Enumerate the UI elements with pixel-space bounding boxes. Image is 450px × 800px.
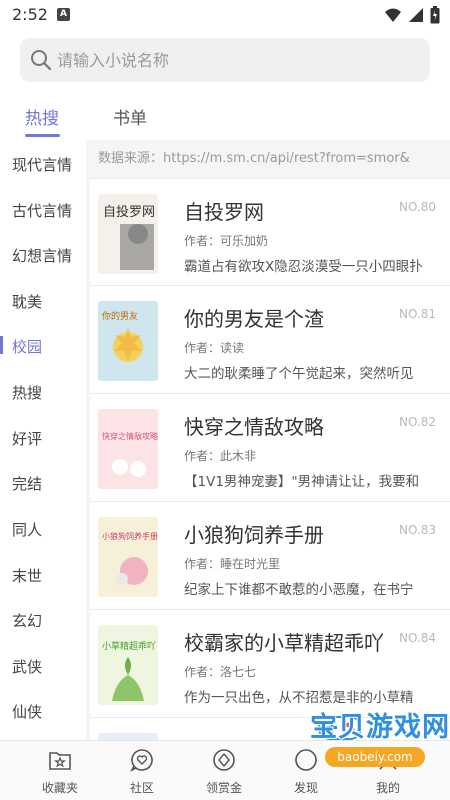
sidebar-item-xianxia[interactable]: 仙侠 [12, 701, 82, 722]
book-author: 作者：洛七七 [184, 665, 257, 679]
book-item[interactable]: 小草精超乖吖 校霸家的小草精超乖吖 NO.84 作者：洛七七 作为一只出色，从不… [90, 610, 450, 718]
nav-bounty[interactable]: 领赏金 [184, 741, 264, 800]
cover-title: 自投罗网 [103, 204, 155, 220]
watermark-logo: 宝贝游戏网 baobeiy.com [280, 705, 450, 800]
sidebar-active-indicator [0, 336, 3, 354]
nav-label: 收藏夹 [41, 781, 78, 795]
book-list-panel: 数据来源：https://m.sm.cn/api/rest?from=smor&… [86, 140, 450, 740]
book-description: 大二的耿柔睡了个午觉起来，突然听见 [184, 366, 414, 382]
signal-icon [409, 8, 423, 22]
search-input[interactable] [57, 38, 417, 82]
nav-community[interactable]: 社区 [102, 741, 182, 800]
sidebar-item-wuxia[interactable]: 武侠 [12, 656, 82, 677]
book-title: 你的男友是个渣 [184, 307, 324, 331]
book-author: 作者：可乐加奶 [184, 234, 269, 248]
book-item[interactable]: 小狼狗饲养手册 小狼狗饲养手册 NO.83 作者：睡在时光里 纪家上下谁都不敢惹… [90, 502, 450, 610]
sidebar-item-campus[interactable]: 校园 [12, 336, 82, 357]
book-title: 自投罗网 [184, 200, 264, 224]
cover-title: 快穿之情敌攻略 [102, 431, 158, 441]
sidebar-item-praised[interactable]: 好评 [12, 428, 82, 449]
data-source-text: 数据来源：https://m.sm.cn/api/rest?from=smor& [98, 151, 410, 166]
sidebar-item-hot[interactable]: 热搜 [12, 382, 82, 403]
book-cover [98, 733, 158, 740]
content-area: 现代言情 古代言情 幻想言情 耽美 校园 热搜 好评 完结 同人 末世 玄幻 武… [0, 140, 450, 740]
battery-icon [430, 6, 440, 24]
watermark-url: baobeiy.com [325, 747, 425, 767]
folder-star-icon [49, 752, 71, 770]
search-bar[interactable] [20, 38, 430, 82]
status-icons [384, 6, 440, 24]
book-list[interactable]: 自投罗网 自投罗网 NO.80 作者：可乐加奶 霸道占有欲攻X隐忍淡漠受一只小四… [90, 178, 450, 740]
app-notification-icon: A [57, 8, 70, 21]
sidebar-item-danmei[interactable]: 耽美 [12, 291, 82, 312]
status-bar: 2:52 A [0, 0, 450, 30]
cover-title: 小狼狗饲养手册 [102, 531, 158, 541]
nav-label: 领赏金 [205, 781, 242, 795]
sidebar-item-completed[interactable]: 完结 [12, 473, 82, 494]
book-title: 小狼狗饲养手册 [184, 523, 324, 547]
book-cover: 你的男友 [98, 301, 158, 381]
book-rank: NO.81 [398, 307, 436, 321]
book-author: 作者：此木非 [184, 449, 257, 463]
cover-title: 你的男友 [102, 310, 138, 322]
book-author: 作者：读读 [184, 341, 245, 355]
cover-title: 小草精超乖吖 [102, 640, 156, 652]
book-title: 校霸家的小草精超乖吖 [184, 631, 384, 655]
book-rank: NO.80 [398, 200, 436, 214]
book-item[interactable]: 你的男友 你的男友是个渣 NO.81 作者：读读 大二的耿柔睡了个午觉起来，突然… [90, 286, 450, 394]
book-cover: 快穿之情敌攻略 [98, 409, 158, 489]
sidebar-item-fanfic[interactable]: 同人 [12, 519, 82, 540]
status-time: 2:52 [12, 5, 48, 24]
book-author: 作者：睡在时光里 [184, 557, 281, 571]
search-icon [31, 50, 52, 71]
book-description: 纪家上下谁都不敢惹的小恶魔，在书宁 [184, 582, 414, 598]
sidebar-item-xuanhuan[interactable]: 玄幻 [12, 610, 82, 631]
category-sidebar: 现代言情 古代言情 幻想言情 耽美 校园 热搜 好评 完结 同人 末世 玄幻 武… [0, 140, 86, 740]
book-description: 作为一只出色，从不招惹是非的小草精 [184, 690, 414, 706]
tab-hot-search[interactable]: 热搜 [25, 104, 59, 129]
book-description: 【1V1男神宠妻】"男神请让让，我要和 [184, 474, 420, 490]
book-rank: NO.84 [398, 631, 436, 645]
book-cover: 小草精超乖吖 [98, 625, 158, 705]
sidebar-item-ancient-romance[interactable]: 古代言情 [12, 200, 82, 221]
watermark-text: 宝贝游戏网 [310, 712, 450, 743]
book-cover: 自投罗网 [98, 194, 158, 274]
nav-label: 社区 [129, 781, 154, 795]
tab-active-indicator [25, 134, 60, 137]
sidebar-item-modern-romance[interactable]: 现代言情 [12, 154, 82, 175]
sidebar-item-fantasy-romance[interactable]: 幻想言情 [12, 245, 82, 266]
tab-bar: 热搜 书单 [0, 92, 450, 138]
diamond-icon [213, 749, 235, 771]
book-title: 快穿之情敌攻略 [184, 415, 324, 439]
book-cover: 小狼狗饲养手册 [98, 517, 158, 597]
book-item[interactable]: 自投罗网 自投罗网 NO.80 作者：可乐加奶 霸道占有欲攻X隐忍淡漠受一只小四… [90, 178, 450, 286]
book-description: 霸道占有欲攻X隐忍淡漠受一只小四眼扑 [184, 259, 423, 275]
book-rank: NO.82 [398, 415, 436, 429]
tab-booklist[interactable]: 书单 [113, 104, 147, 129]
book-item[interactable]: 快穿之情敌攻略 快穿之情敌攻略 NO.82 作者：此木非 【1V1男神宠妻】"男… [90, 394, 450, 502]
heart-chat-icon [130, 749, 153, 772]
sidebar-item-apocalypse[interactable]: 末世 [12, 565, 82, 586]
nav-favorites[interactable]: 收藏夹 [20, 741, 100, 800]
wifi-icon [385, 8, 401, 22]
book-rank: NO.83 [398, 523, 436, 537]
